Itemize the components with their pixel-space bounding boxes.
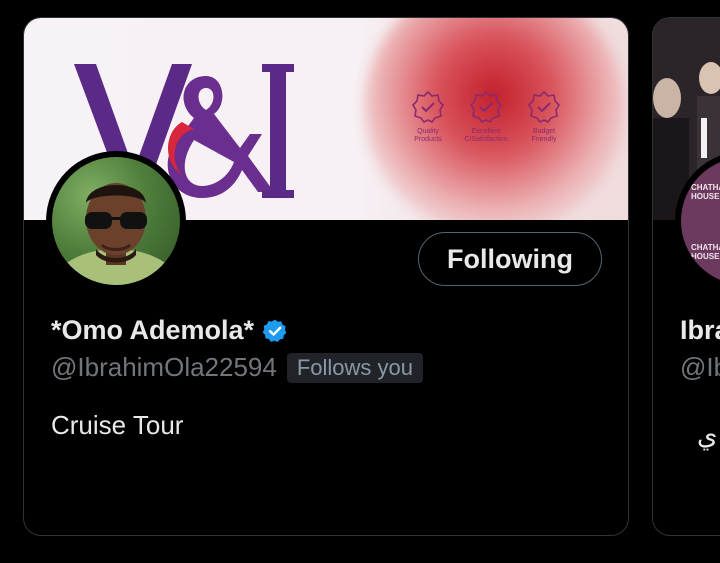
avatar-next-logo-text: CHATHAM HOUSE bbox=[691, 183, 720, 201]
badge-quality: Quality Products bbox=[409, 90, 447, 144]
handle-row: @IbrahimOla22594 Follows you bbox=[51, 352, 424, 383]
check-badge-icon bbox=[527, 90, 561, 124]
avatar-portrait bbox=[54, 183, 178, 285]
check-badge-icon bbox=[469, 90, 503, 124]
handle[interactable]: @IbrahimOla22594 bbox=[51, 352, 277, 383]
profile-bio: Cruise Tour bbox=[51, 410, 184, 440]
handle-next[interactable]: @Ib bbox=[680, 352, 720, 383]
who-to-follow-carousel: Quality Products Excellent C/Satisfactio… bbox=[0, 0, 720, 563]
verified-badge-icon bbox=[262, 319, 287, 342]
badge-satisfaction-label: Excellent C/Satisfaction bbox=[464, 128, 508, 143]
display-name-next[interactable]: Ibra bbox=[680, 315, 720, 346]
profile-card[interactable]: Quality Products Excellent C/Satisfactio… bbox=[23, 17, 629, 536]
following-button[interactable]: Following bbox=[418, 232, 602, 286]
display-name[interactable]: *Omo Ademola* bbox=[51, 315, 254, 346]
avatar-photo bbox=[52, 157, 180, 285]
avatar-next-logo-text-2: CHATHAM HOUSE bbox=[691, 243, 720, 261]
badge-satisfaction: Excellent C/Satisfaction bbox=[464, 90, 508, 144]
profile-card-next[interactable]: CHATHAM HOUSE CHATHAM HOUSE Ibra @Ib ي bbox=[652, 17, 720, 536]
profile-bio-next: ي bbox=[697, 420, 718, 450]
avatar[interactable] bbox=[46, 151, 186, 291]
badge-budget: Budget Friendly bbox=[525, 90, 563, 144]
name-row: *Omo Ademola* bbox=[51, 315, 288, 346]
banner-badges: Quality Products Excellent C/Satisfactio… bbox=[409, 90, 563, 144]
check-badge-icon bbox=[411, 90, 445, 124]
follows-you-badge: Follows you bbox=[286, 352, 424, 383]
badge-budget-label: Budget Friendly bbox=[531, 128, 557, 143]
badge-quality-label: Quality Products bbox=[414, 128, 442, 143]
